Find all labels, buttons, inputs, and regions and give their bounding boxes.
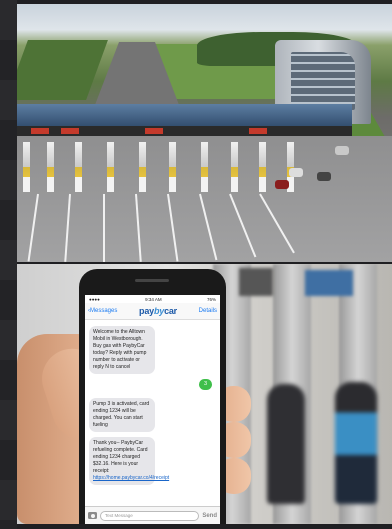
back-label: Messages — [90, 308, 118, 314]
smartphone: ●●●● 9:34 AM 76% ‹ Messages paybycar Det… — [79, 269, 226, 524]
message-bubble-received: Welcome to the Alltown Mobil in Westboro… — [89, 326, 155, 374]
message-bubble-received: Pump 3 is activated, card ending 1234 wi… — [89, 398, 155, 432]
message-bubble-sent: 3 — [199, 379, 212, 390]
phone-screen: ●●●● 9:34 AM 76% ‹ Messages paybycar Det… — [85, 295, 220, 524]
camera-icon[interactable] — [88, 512, 97, 519]
message-bubble-received: Thank you-- PaybyCar refueling complete.… — [89, 437, 169, 485]
phone-speaker — [135, 279, 169, 282]
toll-plaza-photo — [17, 4, 392, 262]
toll-canopy — [17, 104, 352, 128]
blurred-person — [267, 384, 305, 504]
paybycar-logo: paybycar — [139, 306, 177, 316]
receipt-link[interactable]: https://home.paybycar.co/4/receipt — [93, 475, 169, 481]
signal-icon: ●●●● — [89, 296, 100, 302]
messages-navbar: ‹ Messages paybycar Details — [85, 303, 220, 320]
status-time: 9:34 AM — [145, 296, 162, 302]
text-message-input[interactable]: Text Message — [100, 510, 200, 521]
details-button[interactable]: Details — [199, 308, 217, 314]
back-button[interactable]: ‹ Messages — [88, 308, 117, 314]
message-thread: Welcome to the Alltown Mobil in Westboro… — [85, 320, 220, 494]
left-edge-strip — [0, 0, 17, 529]
send-button[interactable]: Send — [202, 513, 217, 519]
receipt-message-text: Thank you-- PaybyCar refueling complete.… — [93, 440, 148, 474]
battery-level: 76% — [206, 296, 216, 302]
status-bar: ●●●● 9:34 AM 76% — [85, 295, 220, 303]
screenshot-frame: ●●●● 9:34 AM 76% ‹ Messages paybycar Det… — [0, 0, 392, 529]
message-composer: Text Message Send — [85, 506, 220, 524]
blurred-person — [335, 382, 377, 504]
